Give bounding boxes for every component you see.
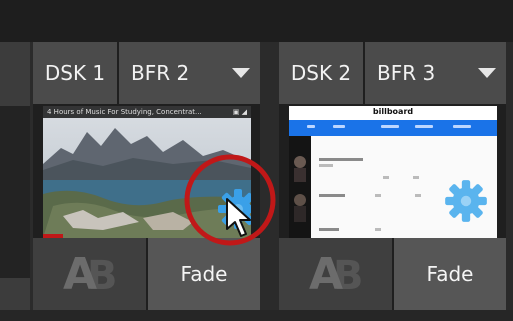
list-row (415, 194, 421, 197)
list-row (413, 176, 419, 179)
list-row (319, 158, 363, 161)
ab-transition-button[interactable]: B A (33, 238, 146, 310)
top-bar (0, 0, 513, 42)
bfr-select-label: BFR 3 (377, 61, 436, 85)
bfr-source-select-1[interactable]: BFR 2 (119, 42, 260, 104)
webpage-header: billboard (289, 106, 497, 120)
list-row (319, 194, 345, 197)
right-panel-edge (506, 42, 513, 310)
bfr-source-select-2[interactable]: BFR 3 (365, 42, 506, 104)
ab-transition-button[interactable]: B A (279, 238, 392, 310)
photo-strip (289, 136, 311, 238)
nav-item (381, 125, 399, 128)
fade-button[interactable]: Fade (394, 238, 506, 310)
mouse-pointer-icon (226, 198, 251, 237)
chevron-down-icon[interactable] (232, 68, 250, 78)
video-title: 4 Hours of Music For Studying, Concentra… (43, 106, 251, 118)
list-row (383, 176, 389, 179)
list-row (319, 228, 339, 231)
ab-transition-icon: A (63, 249, 98, 300)
left-panel-edge (0, 42, 30, 321)
transition-row-2: B A Fade (279, 238, 506, 310)
video-controls-icon: ▣ ◢ (232, 108, 247, 116)
gear-icon[interactable] (441, 176, 491, 226)
dsk2-button[interactable]: DSK 2 (279, 42, 363, 104)
footer-bar (0, 310, 513, 321)
bfr-select-label: BFR 2 (131, 61, 190, 85)
billboard-logo: billboard (372, 107, 414, 116)
nav-item (453, 125, 471, 128)
list-row (375, 194, 381, 197)
webpage-photo-column (289, 136, 311, 238)
chevron-down-icon[interactable] (478, 68, 496, 78)
left-panel-divider (0, 106, 30, 278)
webpage-nav-bar (289, 120, 497, 136)
dsk1-button[interactable]: DSK 1 (33, 42, 117, 104)
list-row (319, 164, 333, 167)
ab-transition-icon: A (309, 249, 344, 300)
nav-item (333, 125, 345, 128)
list-row (375, 228, 381, 231)
dsk2-panel: DSK 2 BFR 3 billboard B A Fade (279, 42, 506, 310)
nav-item (415, 125, 433, 128)
menu-icon (307, 125, 315, 128)
dsk2-preview-thumbnail[interactable]: billboard (289, 106, 497, 238)
